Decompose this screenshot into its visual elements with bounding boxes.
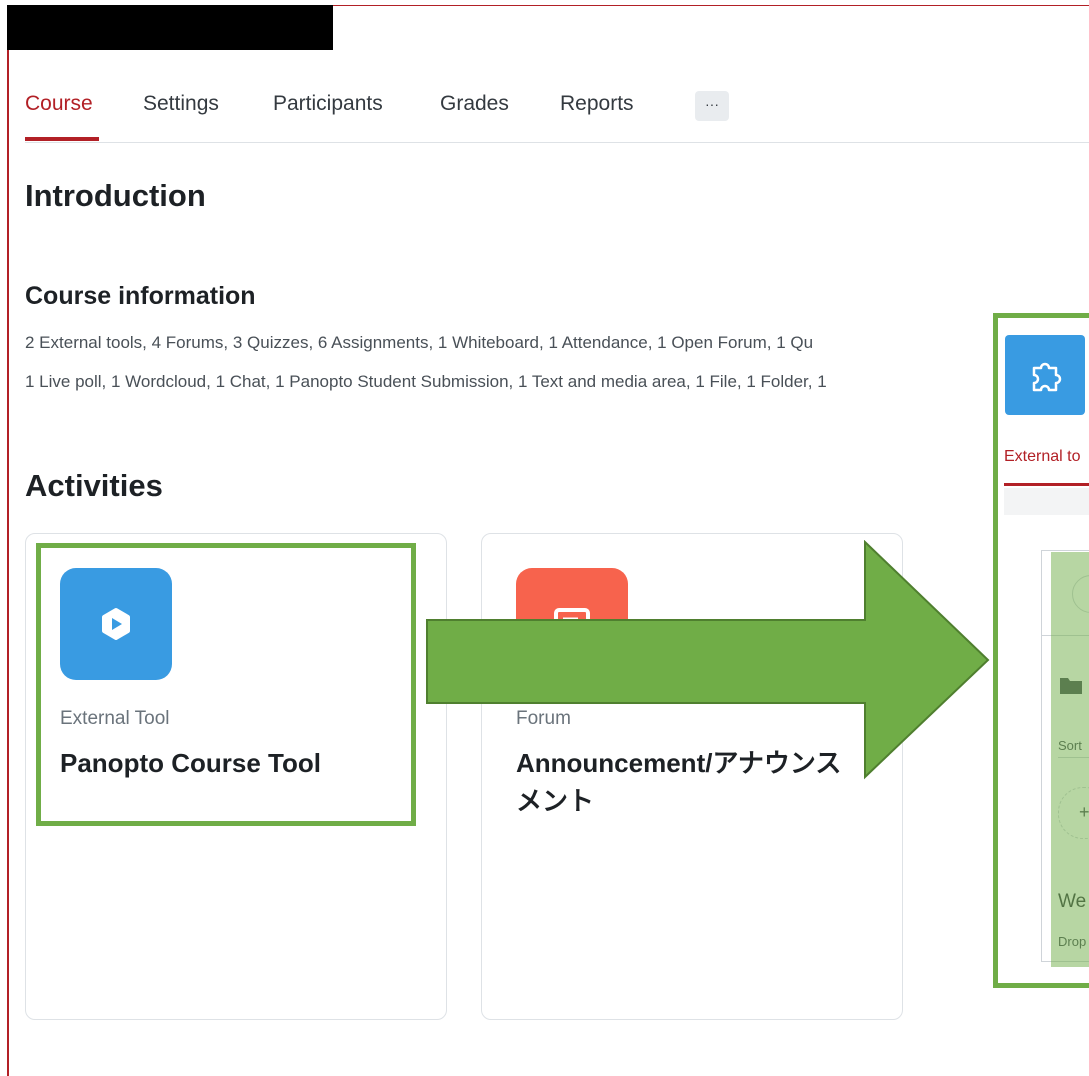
- arrow-right-icon: [426, 540, 990, 780]
- preview-green-overlay: [1051, 552, 1089, 967]
- tab-reports[interactable]: Reports: [560, 92, 634, 116]
- preview-tab-label: External to: [1004, 448, 1081, 465]
- tab-grades[interactable]: Grades: [440, 92, 509, 116]
- preview-toolbar-strip: [1004, 488, 1089, 515]
- tab-course[interactable]: Course: [25, 92, 93, 116]
- more-menu-button[interactable]: ···: [695, 91, 729, 121]
- preview-tab-indicator: [1004, 483, 1089, 486]
- redacted-course-title: [7, 5, 333, 50]
- course-information-heading: Course information: [25, 282, 256, 310]
- course-nav-tabs: Course Settings Participants Grades Repo…: [25, 80, 1089, 143]
- course-summary-line-2: 1 Live poll, 1 Wordcloud, 1 Chat, 1 Pano…: [25, 372, 827, 391]
- active-tab-indicator: [25, 137, 99, 141]
- section-heading-introduction: Introduction: [25, 178, 206, 213]
- tab-settings[interactable]: Settings: [143, 92, 219, 116]
- panopto-preview-panel: External to Sort + We Drop: [993, 313, 1089, 988]
- course-summary-line-1: 2 External tools, 4 Forums, 3 Quizzes, 6…: [25, 333, 814, 352]
- puzzle-icon: [1005, 335, 1085, 415]
- section-heading-activities: Activities: [25, 468, 163, 503]
- highlight-box: [36, 543, 416, 826]
- tab-participants[interactable]: Participants: [273, 92, 383, 116]
